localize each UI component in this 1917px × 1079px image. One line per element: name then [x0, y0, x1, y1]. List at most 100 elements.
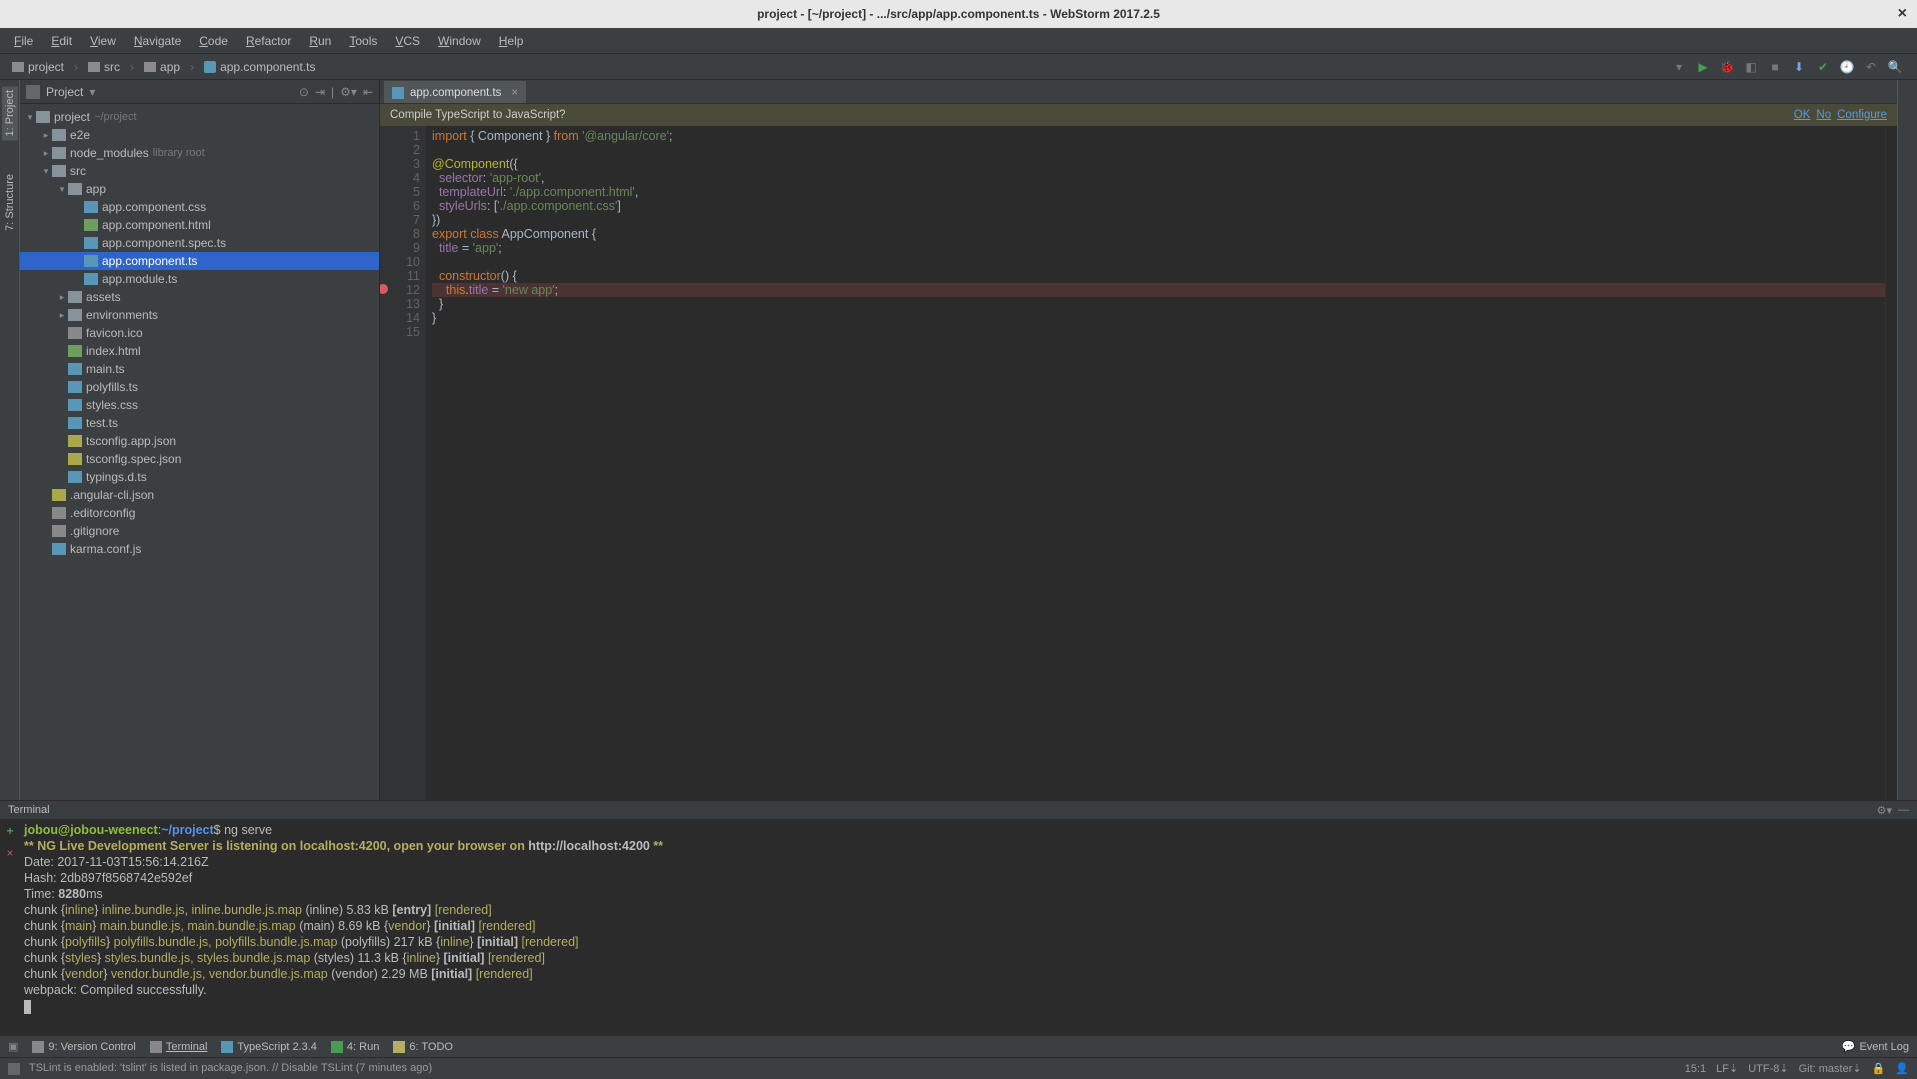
menu-edit[interactable]: Edit — [43, 31, 80, 51]
code-line[interactable] — [432, 143, 1885, 157]
history-icon[interactable]: 🕘 — [1839, 59, 1855, 75]
menu-tools[interactable]: Tools — [341, 31, 385, 51]
tree-node[interactable]: .angular-cli.json — [20, 486, 379, 504]
menu-file[interactable]: File — [6, 31, 41, 51]
close-terminal-icon[interactable]: × — [6, 846, 13, 860]
nav-dropdown-icon[interactable]: ▾ — [1671, 59, 1687, 75]
line-number[interactable]: 2 — [380, 143, 420, 157]
tree-node[interactable]: app.component.html — [20, 216, 379, 234]
tree-arrow-icon[interactable] — [56, 292, 68, 303]
tree-arrow-icon[interactable] — [40, 166, 52, 177]
line-number[interactable]: 4 — [380, 171, 420, 185]
tree-arrow-icon[interactable] — [24, 112, 36, 123]
coverage-icon[interactable]: ◧ — [1743, 59, 1759, 75]
vcs-commit-icon[interactable]: ✔ — [1815, 59, 1831, 75]
status-icon[interactable] — [8, 1063, 20, 1075]
tree-node[interactable]: index.html — [20, 342, 379, 360]
stop-icon[interactable]: ■ — [1767, 59, 1783, 75]
close-tab-icon[interactable]: × — [511, 87, 518, 99]
tree-node[interactable]: app — [20, 180, 379, 198]
editor-gutter[interactable]: 123456789101112131415 — [380, 126, 426, 800]
tool-tab-structure[interactable]: 7: Structure — [2, 170, 18, 235]
line-number[interactable]: 13 — [380, 297, 420, 311]
banner-configure-link[interactable]: Configure — [1837, 109, 1887, 121]
tree-arrow-icon[interactable] — [40, 148, 52, 159]
code-line[interactable]: this.title = 'new app'; — [432, 283, 1885, 297]
breadcrumb-item[interactable]: src — [82, 58, 126, 76]
tree-node[interactable]: node_moduleslibrary root — [20, 144, 379, 162]
terminal-output[interactable]: jobou@jobou-weenect:~/project$ ng serve*… — [20, 820, 1917, 1035]
code-content[interactable]: import { Component } from '@angular/core… — [426, 126, 1885, 800]
tool-tab-project[interactable]: 1: Project — [2, 86, 18, 140]
code-line[interactable]: }) — [432, 213, 1885, 227]
line-number[interactable]: 11 — [380, 269, 420, 283]
editor-scrollbar[interactable] — [1885, 126, 1897, 800]
tree-node[interactable]: app.component.spec.ts — [20, 234, 379, 252]
run-icon[interactable]: ▶ — [1695, 59, 1711, 75]
line-number[interactable]: 3 — [380, 157, 420, 171]
code-line[interactable]: constructor() { — [432, 269, 1885, 283]
tree-node[interactable]: karma.conf.js — [20, 540, 379, 558]
code-line[interactable]: styleUrls: ['./app.component.css'] — [432, 199, 1885, 213]
menu-view[interactable]: View — [82, 31, 124, 51]
hide-icon[interactable]: ⇤ — [363, 85, 373, 99]
menu-help[interactable]: Help — [491, 31, 532, 51]
chevron-down-icon[interactable]: ▾ — [89, 85, 95, 99]
code-line[interactable]: @Component({ — [432, 157, 1885, 171]
tree-arrow-icon[interactable] — [40, 130, 52, 141]
code-line[interactable]: templateUrl: './app.component.html', — [432, 185, 1885, 199]
debug-icon[interactable]: 🐞 — [1719, 59, 1735, 75]
file-encoding[interactable]: UTF-8⇣ — [1748, 1062, 1788, 1075]
line-number[interactable]: 12 — [380, 283, 420, 297]
tree-node[interactable]: favicon.ico — [20, 324, 379, 342]
tree-node[interactable]: typings.d.ts — [20, 468, 379, 486]
line-number[interactable]: 5 — [380, 185, 420, 199]
close-icon[interactable]: × — [1898, 5, 1907, 23]
terminal-header[interactable]: Terminal ⚙▾ — — [0, 800, 1917, 820]
tree-node[interactable]: polyfills.ts — [20, 378, 379, 396]
code-line[interactable]: } — [432, 297, 1885, 311]
tree-node[interactable]: styles.css — [20, 396, 379, 414]
tree-arrow-icon[interactable] — [56, 184, 68, 195]
bottom-tab-run[interactable]: 4: Run — [331, 1041, 379, 1053]
project-tree[interactable]: project~/projecte2enode_moduleslibrary r… — [20, 104, 379, 800]
code-line[interactable]: title = 'app'; — [432, 241, 1885, 255]
tree-node[interactable]: app.component.css — [20, 198, 379, 216]
locate-icon[interactable]: ⊙ — [299, 85, 309, 99]
project-view-icon[interactable] — [26, 85, 40, 99]
menu-run[interactable]: Run — [301, 31, 339, 51]
tree-arrow-icon[interactable] — [56, 310, 68, 321]
line-number[interactable]: 7 — [380, 213, 420, 227]
editor-tab[interactable]: app.component.ts × — [384, 81, 526, 103]
bottom-tab-typescript[interactable]: TypeScript 2.3.4 — [221, 1041, 317, 1053]
menu-refactor[interactable]: Refactor — [238, 31, 299, 51]
tree-node[interactable]: test.ts — [20, 414, 379, 432]
line-number[interactable]: 9 — [380, 241, 420, 255]
tree-node[interactable]: src — [20, 162, 379, 180]
tree-node[interactable]: tsconfig.spec.json — [20, 450, 379, 468]
inspection-icon[interactable]: 👤 — [1895, 1062, 1909, 1075]
tree-node[interactable]: app.module.ts — [20, 270, 379, 288]
hide-terminal-icon[interactable]: — — [1898, 804, 1909, 817]
add-terminal-icon[interactable]: + — [6, 824, 13, 838]
lock-icon[interactable]: 🔒 — [1872, 1062, 1886, 1075]
breadcrumb-item[interactable]: app.component.ts — [198, 58, 321, 76]
menu-navigate[interactable]: Navigate — [126, 31, 189, 51]
breadcrumb-item[interactable]: project — [6, 58, 70, 76]
bottom-tab-versioncontrol[interactable]: 9: Version Control — [32, 1041, 135, 1053]
code-editor[interactable]: 123456789101112131415 import { Component… — [380, 126, 1897, 800]
breakpoint-icon[interactable] — [380, 284, 388, 294]
line-number[interactable]: 15 — [380, 325, 420, 339]
gear-icon[interactable]: ⚙▾ — [1877, 804, 1892, 817]
tree-node[interactable]: tsconfig.app.json — [20, 432, 379, 450]
tree-node[interactable]: e2e — [20, 126, 379, 144]
line-number[interactable]: 8 — [380, 227, 420, 241]
code-line[interactable]: selector: 'app-root', — [432, 171, 1885, 185]
tree-node[interactable]: environments — [20, 306, 379, 324]
gear-icon[interactable]: ⚙▾ — [340, 85, 357, 99]
banner-no-link[interactable]: No — [1816, 109, 1831, 121]
tree-node[interactable]: project~/project — [20, 108, 379, 126]
menu-window[interactable]: Window — [430, 31, 489, 51]
banner-ok-link[interactable]: OK — [1794, 109, 1811, 121]
event-log-button[interactable]: 💬Event Log — [1842, 1040, 1909, 1053]
